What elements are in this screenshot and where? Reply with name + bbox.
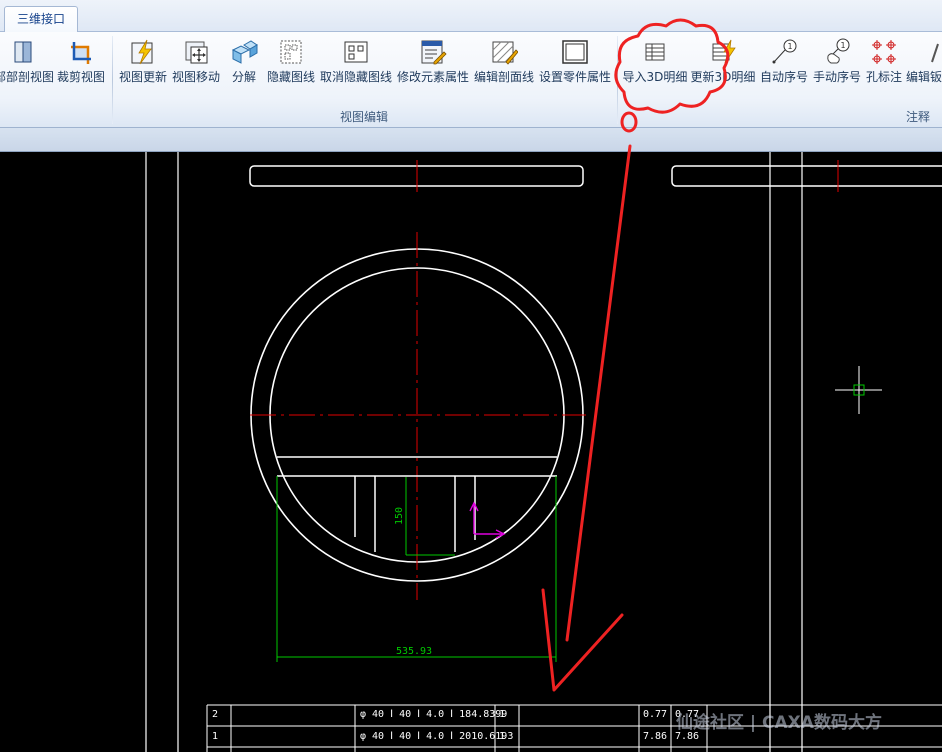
- partial-section-view-button[interactable]: 部部剖视图: [0, 38, 54, 98]
- auto-balloon-icon: 1: [772, 39, 797, 64]
- auto-balloon-button[interactable]: 1 自动序号: [758, 38, 810, 98]
- ribbon-panel: 部部剖视图 裁剪视图 视图更新 视图移动 分解 隐藏图线 取消隐藏图线 修改元素…: [0, 32, 942, 128]
- svg-text:1: 1: [787, 42, 792, 51]
- ribbon-tab-bar: 三维接口: [0, 0, 942, 33]
- bom-row-2-unit-weight: 0.77: [643, 709, 668, 720]
- group-separator: [617, 36, 618, 124]
- crop-view-button[interactable]: 裁剪视图: [54, 38, 108, 98]
- view-move-icon: [185, 41, 208, 64]
- view-update-button[interactable]: 视图更新: [117, 38, 169, 98]
- edit-plate-icon: [931, 43, 939, 63]
- drawing-canvas[interactable]: 150 535.93: [0, 152, 942, 752]
- unhide-lines-button[interactable]: 取消隐藏图线: [320, 38, 392, 98]
- manual-balloon-button[interactable]: 1 手动序号: [811, 38, 863, 98]
- view-update-icon: [131, 39, 153, 65]
- import-bom-icon: [645, 43, 665, 61]
- svg-text:1: 1: [840, 41, 845, 50]
- dimension-width: 535.93: [396, 646, 432, 657]
- bom-row-1-seq: 1: [212, 731, 219, 742]
- edit-plate-button[interactable]: 编辑钣: [906, 38, 942, 98]
- tab-3d-interface[interactable]: 三维接口: [4, 6, 78, 33]
- bom-row-1-spec: φ 40 Ⅰ 40 Ⅰ 4.0 Ⅰ 2010.6193: [360, 731, 514, 742]
- import-3d-bom-button[interactable]: 导入3D明细: [622, 38, 688, 98]
- partial-section-icon: [14, 41, 32, 63]
- unhide-lines-icon: [344, 41, 368, 63]
- hole-annotation-button[interactable]: 孔标注: [864, 38, 904, 98]
- edit-hatch-button[interactable]: 编辑剖面线: [472, 38, 536, 98]
- dimension-height: 150: [394, 507, 405, 525]
- view-move-button[interactable]: 视图移动: [170, 38, 222, 98]
- explode-button[interactable]: 分解: [224, 38, 264, 98]
- bom-row-1-qty: 1: [499, 731, 506, 742]
- update-bom-icon: [712, 39, 736, 64]
- group-label-view-edit: 视图编辑: [340, 110, 389, 124]
- set-part-props-icon: [562, 40, 588, 64]
- group-separator: [112, 36, 113, 124]
- hole-annotation-icon: [872, 40, 896, 64]
- manual-balloon-icon: 1: [827, 38, 850, 64]
- hide-lines-button[interactable]: 隐藏图线: [265, 38, 317, 98]
- bom-row-1-unit-weight: 7.86: [643, 731, 668, 742]
- set-part-props-button[interactable]: 设置零件属性: [538, 38, 612, 98]
- modify-props-icon: [421, 40, 447, 65]
- bom-row-2-qty: 1: [499, 709, 506, 720]
- watermark: 仙途社区 | CAXA数码大方: [676, 713, 882, 733]
- bom-row-2-spec: φ 40 Ⅰ 40 Ⅰ 4.0 Ⅰ 184.8399: [360, 709, 508, 720]
- crop-view-icon: [71, 42, 91, 64]
- modify-element-props-button[interactable]: 修改元素属性: [396, 38, 470, 98]
- bom-row-2-seq: 2: [212, 709, 219, 720]
- edit-hatch-icon: [492, 41, 518, 65]
- update-3d-bom-button[interactable]: 更新3D明细: [690, 38, 756, 98]
- hide-lines-icon: [280, 40, 302, 64]
- group-label-annotation: 注释: [906, 110, 931, 124]
- ribbon-collapse-strip: [0, 128, 942, 152]
- explode-icon: [231, 40, 258, 64]
